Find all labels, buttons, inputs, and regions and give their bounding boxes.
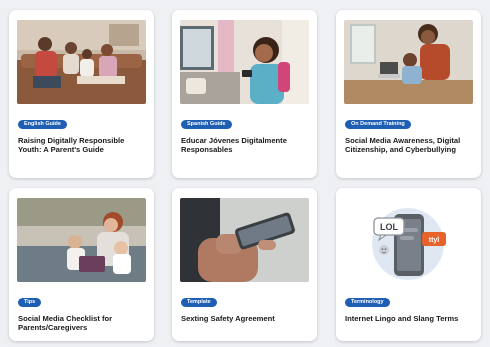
resource-card[interactable]: Template Sexting Safety Agreement [172,188,317,341]
card-title[interactable]: Social Media Checklist for Parents/Careg… [18,314,146,332]
girl-with-phone-photo [180,20,309,104]
phone-chat-bubbles-illustration: LOL ttyl [344,198,473,282]
card-title[interactable]: Sexting Safety Agreement [181,314,309,323]
card-thumbnail [180,198,309,282]
category-badge: Terminology [345,298,390,307]
resource-card[interactable]: Tips Social Media Checklist for Parents/… [9,188,154,341]
category-badge: Template [181,298,217,307]
category-badge: On Demand Training [345,120,411,129]
mother-and-son-at-laptop-photo [344,20,473,104]
card-thumbnail [344,20,473,104]
resource-card[interactable]: On Demand Training Social Media Awarenes… [336,10,481,178]
card-thumbnail [17,198,146,282]
card-title[interactable]: Social Media Awareness, Digital Citizens… [345,136,473,154]
resource-card[interactable]: LOL ttyl Terminology Internet Lingo and … [336,188,481,341]
card-thumbnail [180,20,309,104]
card-title[interactable]: Raising Digitally Responsible Youth: A P… [18,136,146,154]
card-title[interactable]: Educar Jóvenes Digitalmente Responsables [181,136,309,154]
mother-with-children-tablet-photo [17,198,146,282]
card-thumbnail: LOL ttyl [344,198,473,282]
resource-card[interactable]: Spanish Guide Educar Jóvenes Digitalment… [172,10,317,178]
card-title[interactable]: Internet Lingo and Slang Terms [345,314,473,323]
resource-card-grid: English Guide Raising Digitally Responsi… [0,0,490,347]
card-thumbnail [17,20,146,104]
category-badge: Spanish Guide [181,120,232,129]
resource-card[interactable]: English Guide Raising Digitally Responsi… [9,10,154,178]
lol-bubble-text: LOL [380,222,398,232]
hands-holding-phone-photo [180,198,309,282]
category-badge: English Guide [18,120,67,129]
ttyl-bubble-text: ttyl [429,237,440,244]
category-badge: Tips [18,298,42,307]
family-on-couch-photo [17,20,146,104]
